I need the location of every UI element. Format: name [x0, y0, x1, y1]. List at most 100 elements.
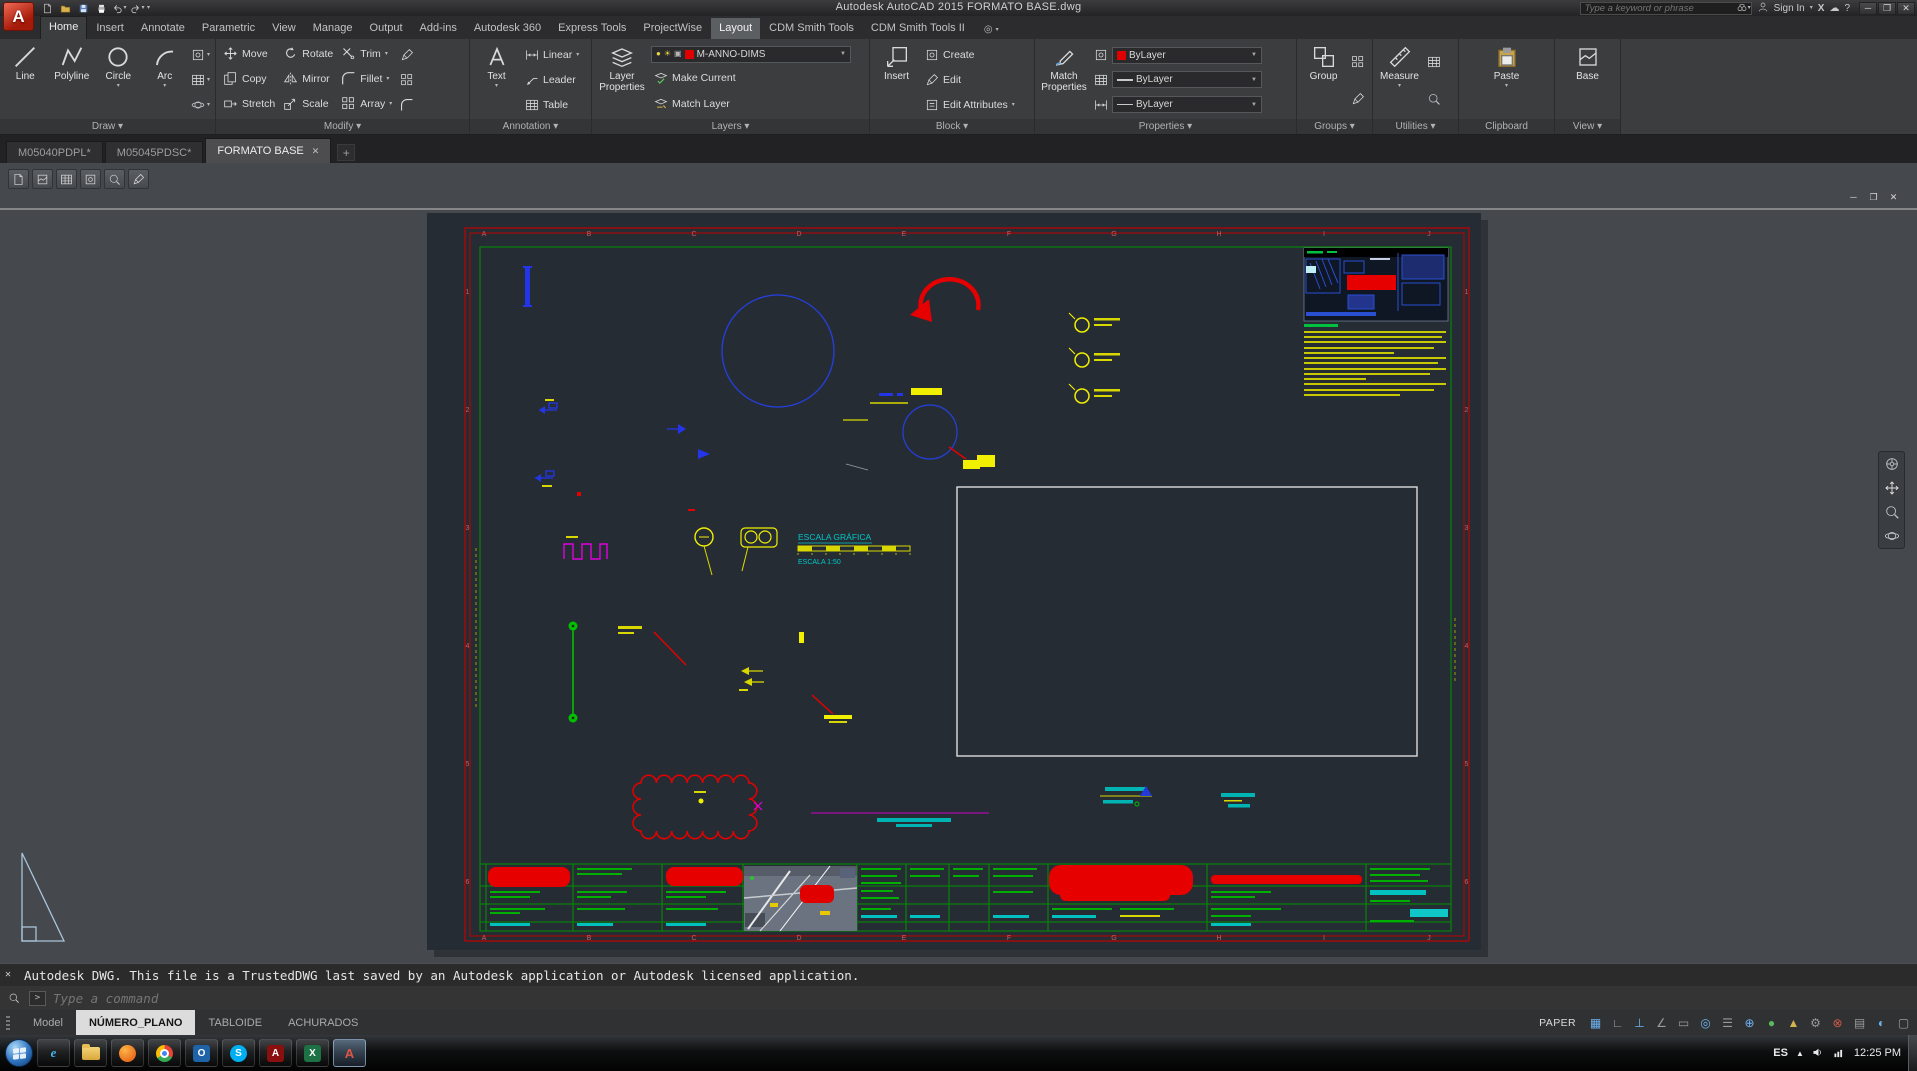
scale-button[interactable]: Scale: [279, 96, 337, 111]
paste-button[interactable]: Paste ▾: [1483, 41, 1530, 119]
leader-button[interactable]: Leader: [522, 70, 582, 90]
paper-model-toggle[interactable]: PAPER: [1539, 1017, 1576, 1029]
insert-button[interactable]: Insert: [873, 41, 920, 119]
layer-properties-button[interactable]: Layer Properties: [595, 41, 649, 119]
sign-in-button[interactable]: Sign In: [1774, 3, 1805, 14]
paper-space-drawing[interactable]: ABCDEFGHIJ ABCDEFGHIJ 123456 123456 ESCA…: [0, 163, 1917, 963]
copy-button[interactable]: Copy: [219, 71, 279, 86]
firefox-icon[interactable]: [111, 1039, 144, 1067]
ortho-toggle-icon[interactable]: ⊥: [1629, 1013, 1650, 1032]
drawing-area[interactable]: ─ ❐ ✕ ABCDEFGHIJ ABCDEFGHIJ 12 3 4 5 6 1…: [0, 163, 1917, 963]
autodesk360-icon[interactable]: ☁: [1829, 3, 1839, 14]
table-button[interactable]: Table: [522, 95, 582, 115]
layer-combo[interactable]: ● ☀ ▣ M-ANNO-DIMS ▼: [651, 45, 851, 63]
workspace-switch-icon[interactable]: ⚙: [1805, 1013, 1826, 1032]
polar-tracking-icon[interactable]: ∠: [1651, 1013, 1672, 1032]
layout-tab-numero-plano[interactable]: NÚMERO_PLANO: [75, 1010, 196, 1035]
color-combo[interactable]: ByLayer ▼: [1112, 46, 1262, 64]
make-current-button[interactable]: Make Current: [651, 68, 866, 88]
steering-wheel-icon[interactable]: [1884, 456, 1900, 472]
paste-dropdown-icon[interactable]: ▾: [1505, 83, 1508, 89]
panel-label-utilities[interactable]: Utilities ▾: [1373, 119, 1458, 134]
search-dropdown-icon[interactable]: ▾: [1748, 5, 1751, 11]
object-color-icon[interactable]: [1092, 46, 1110, 64]
ribbon-tab-parametric[interactable]: Parametric: [194, 18, 263, 39]
text-dropdown-icon[interactable]: ▾: [495, 83, 498, 89]
autocad-taskbar-icon[interactable]: A: [333, 1039, 366, 1067]
line-button[interactable]: Line: [3, 41, 48, 119]
panel-label-clipboard[interactable]: Clipboard: [1459, 119, 1554, 134]
canvas-tool-edit-icon[interactable]: [128, 169, 149, 189]
layer-lock-icon[interactable]: ▣: [674, 50, 682, 58]
canvas-tool-create-icon[interactable]: [80, 169, 101, 189]
doc-tab-m05045pdsc[interactable]: M05045PDSC*: [104, 141, 204, 163]
adobe-reader-icon[interactable]: A: [259, 1039, 292, 1067]
close-button[interactable]: ✕: [1897, 1, 1915, 15]
circle-dropdown-icon[interactable]: ▾: [117, 83, 120, 89]
snap-toggle-icon[interactable]: ∟: [1607, 1013, 1628, 1032]
panel-label-draw[interactable]: Draw ▾: [0, 119, 215, 134]
save-button[interactable]: [75, 2, 92, 15]
ribbon-tab-cdm-smith-tools[interactable]: CDM Smith Tools: [761, 18, 862, 39]
linetype-combo[interactable]: ByLayer ▼: [1112, 96, 1262, 114]
doc-restore-icon[interactable]: ❐: [1866, 191, 1881, 203]
quick-calc-button[interactable]: [1425, 53, 1443, 71]
isodraft-icon[interactable]: ▭: [1673, 1013, 1694, 1032]
layer-freeze-icon[interactable]: ☀: [664, 50, 671, 58]
outlook-icon[interactable]: O: [185, 1039, 218, 1067]
isolate-objects-icon[interactable]: ◐: [1871, 1013, 1892, 1032]
restore-button[interactable]: ❐: [1878, 1, 1896, 15]
internet-explorer-icon[interactable]: e: [37, 1039, 70, 1067]
sign-in-dropdown-icon[interactable]: ▾: [1810, 5, 1813, 11]
new-file-button[interactable]: [39, 2, 56, 15]
ribbon-tab-cdm-smith-tools-2[interactable]: CDM Smith Tools II: [863, 18, 973, 39]
panel-label-groups[interactable]: Groups ▾: [1297, 119, 1372, 134]
ribbon-tab-insert[interactable]: Insert: [88, 18, 132, 39]
arc-button[interactable]: Arc ▾: [143, 41, 188, 119]
open-file-button[interactable]: [57, 2, 74, 15]
doc-close-icon[interactable]: ✕: [1886, 191, 1901, 203]
ungroup-button[interactable]: [1349, 53, 1367, 71]
zoom-icon[interactable]: [1884, 504, 1900, 520]
help-icon[interactable]: ?: [1844, 3, 1850, 14]
layout-tab-tabloide[interactable]: TABLOIDE: [195, 1010, 275, 1035]
ribbon-tab-projectwise[interactable]: ProjectWise: [635, 18, 710, 39]
group-button[interactable]: Group: [1300, 41, 1347, 119]
color-combo-dropdown-icon[interactable]: ▼: [1251, 52, 1257, 58]
measure-dropdown-icon[interactable]: ▾: [1398, 83, 1401, 89]
circle-button[interactable]: Circle ▾: [96, 41, 141, 119]
ribbon-tab-annotate[interactable]: Annotate: [133, 18, 193, 39]
layer-on-icon[interactable]: ●: [656, 50, 661, 58]
edit-attributes-dropdown-icon[interactable]: ▾: [1012, 102, 1015, 108]
clock[interactable]: 12:25 PM: [1854, 1047, 1901, 1059]
undo-button[interactable]: ▾: [111, 2, 128, 15]
lineweight-icon[interactable]: [1092, 71, 1110, 89]
minimize-button[interactable]: ─: [1859, 1, 1877, 15]
panel-label-modify[interactable]: Modify ▾: [216, 119, 469, 134]
panel-label-block[interactable]: Block ▾: [870, 119, 1034, 134]
layer-combo-dropdown-icon[interactable]: ▼: [840, 51, 846, 57]
measure-button[interactable]: Measure ▾: [1376, 41, 1423, 119]
command-input[interactable]: [53, 990, 1917, 1006]
chrome-icon[interactable]: [148, 1039, 181, 1067]
ellipse-tool-button[interactable]: ▾: [189, 96, 212, 114]
layout-tab-achurados[interactable]: ACHURADOS: [275, 1010, 371, 1035]
match-properties-button[interactable]: Match Properties: [1038, 41, 1090, 119]
ribbon-display-toggle-icon[interactable]: ◎: [984, 24, 993, 35]
undo-dropdown-icon[interactable]: ▾: [123, 5, 126, 11]
new-doc-tab-button[interactable]: +: [337, 144, 356, 161]
move-button[interactable]: Move: [219, 46, 279, 61]
ribbon-tab-view[interactable]: View: [264, 18, 304, 39]
osnap-toggle-icon[interactable]: ◎: [1695, 1013, 1716, 1032]
ribbon-tab-layout[interactable]: Layout: [711, 18, 761, 39]
clean-screen-icon[interactable]: ▢: [1893, 1013, 1914, 1032]
hatch-tool-button[interactable]: ▾: [189, 71, 212, 89]
lineweight-combo-dropdown-icon[interactable]: ▼: [1251, 77, 1257, 83]
linetype-icon[interactable]: [1092, 96, 1110, 114]
panel-label-properties[interactable]: Properties ▾: [1035, 119, 1296, 134]
panel-label-layers[interactable]: Layers ▾: [592, 119, 869, 134]
redo-dropdown-icon[interactable]: ▾: [141, 5, 144, 11]
arc-dropdown-icon[interactable]: ▾: [163, 83, 166, 89]
rectangle-tool-button[interactable]: ▾: [189, 46, 212, 64]
doc-minimize-icon[interactable]: ─: [1846, 191, 1861, 203]
